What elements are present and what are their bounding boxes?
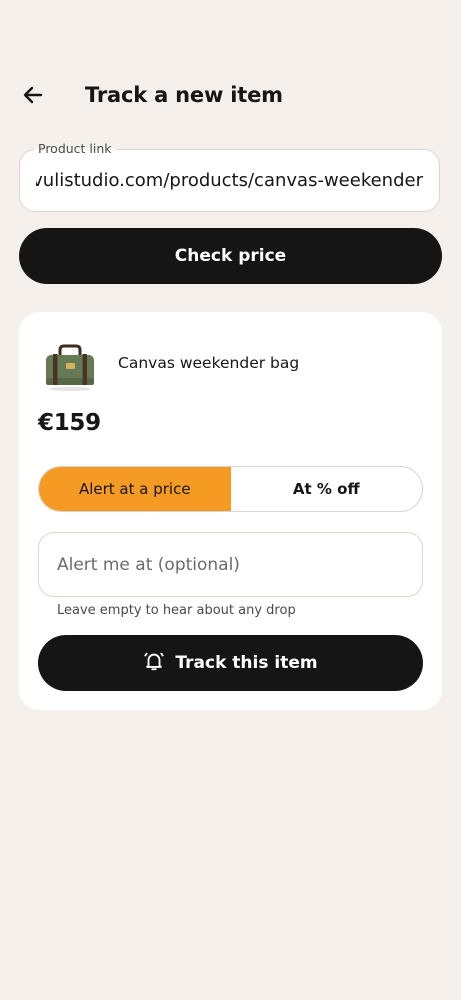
bell-icon <box>143 650 165 677</box>
track-item-label: Track this item <box>175 653 318 673</box>
page-title: Track a new item <box>85 83 283 107</box>
product-card: Canvas weekender bag €159 Alert at a pri… <box>19 312 442 710</box>
product-link-field[interactable]: Product link kivulistudio.com/products/c… <box>19 141 440 212</box>
bag-icon <box>43 340 97 394</box>
product-link-value[interactable]: kivulistudio.com/products/canvas-weekend… <box>36 170 423 191</box>
check-price-button[interactable]: Check price <box>19 228 442 284</box>
back-button[interactable] <box>14 78 52 116</box>
product-price: €159 <box>38 410 101 436</box>
product-name: Canvas weekender bag <box>118 354 300 372</box>
alert-mode-toggle: Alert at a price At % off <box>38 466 423 512</box>
percent-off-option[interactable]: At % off <box>230 467 422 511</box>
track-item-button[interactable]: Track this item <box>38 635 423 691</box>
product-link-label: Product link <box>34 141 116 156</box>
alert-price-input[interactable] <box>38 532 423 597</box>
alert-input-hint: Leave empty to hear about any drop <box>57 603 296 618</box>
top-bar: Track a new item <box>0 70 461 124</box>
arrow-left-icon <box>21 83 45 111</box>
alert-at-price-option[interactable]: Alert at a price <box>39 467 231 511</box>
